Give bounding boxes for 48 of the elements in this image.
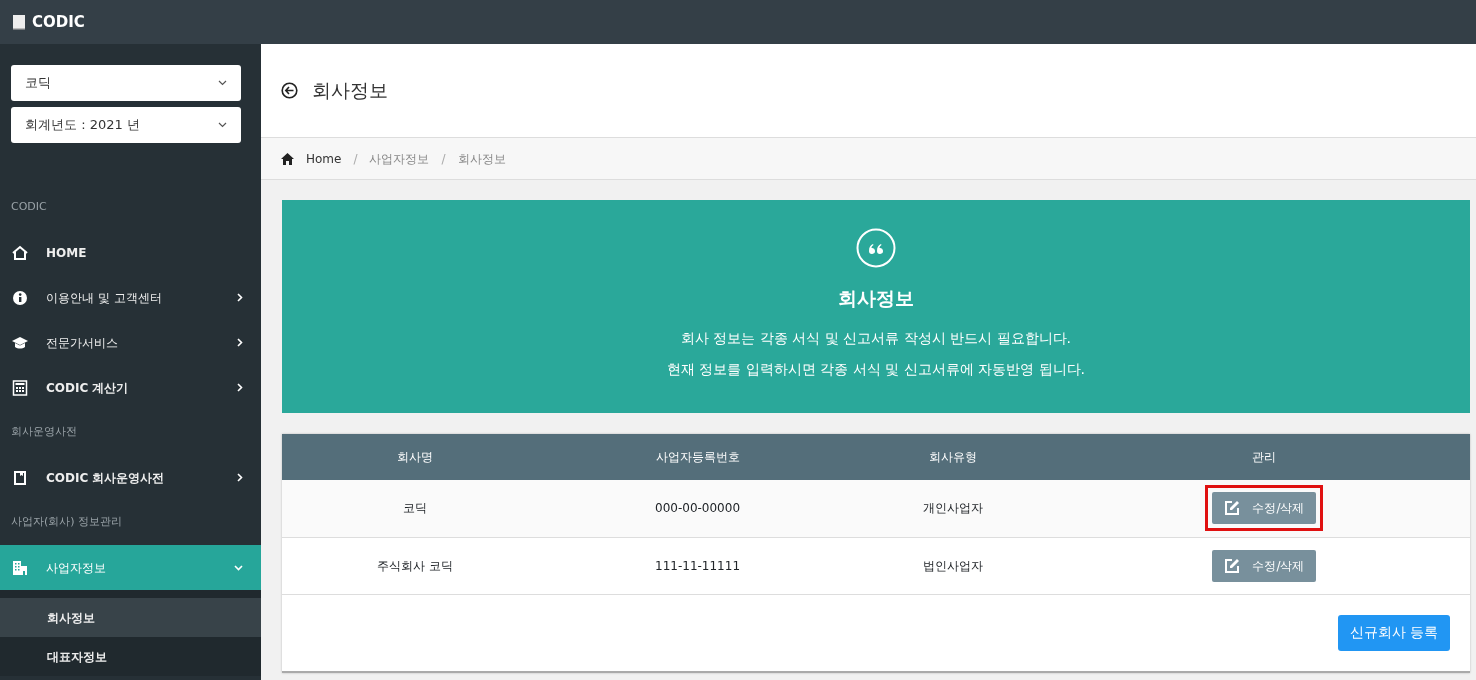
- chevron-right-icon: [237, 338, 243, 347]
- table-cell: 111-11-11111: [548, 537, 847, 594]
- chevron-right-icon: [237, 293, 243, 302]
- section-heading: CODIC: [10, 199, 48, 216]
- graduation-cap-icon: [11, 334, 29, 351]
- table-cell: 법인사업자: [846, 537, 1059, 594]
- sidebar-item[interactable]: HOME: [0, 230, 261, 275]
- breadcrumb-separator: /: [353, 150, 358, 168]
- chevron-down-icon: [218, 80, 227, 86]
- breadcrumb-link[interactable]: 사업자정보: [369, 149, 430, 168]
- table-cell: 개인사업자: [846, 480, 1059, 537]
- column-header: 관리: [1058, 434, 1470, 480]
- sidebar-item[interactable]: CODIC 회사운영사전: [0, 455, 261, 500]
- submenu-item[interactable]: 회사정보: [0, 598, 261, 637]
- page-title: 회사정보: [312, 78, 388, 104]
- banner-text: 현재 정보를 입력하시면 각종 서식 및 신고서류에 자동반영 됩니다.: [666, 359, 1086, 379]
- breadcrumb-link[interactable]: Home: [306, 149, 342, 168]
- column-header: 회사명: [282, 434, 549, 480]
- breadcrumb-current: 회사정보: [457, 150, 506, 168]
- sidebar-item[interactable]: CODIC 계산기: [0, 365, 261, 410]
- book-icon: [11, 469, 29, 486]
- table-cell: 000-00-00000: [548, 480, 847, 537]
- table-cell: 코딕: [282, 480, 549, 537]
- banner-title: 회사정보: [838, 286, 914, 312]
- home-icon: [11, 244, 29, 261]
- chevron-down-icon: [218, 122, 227, 128]
- home-icon: [281, 152, 294, 165]
- select-field[interactable]: 코딕: [11, 65, 241, 101]
- sidebar-item[interactable]: 이용안내 및 고객센터: [0, 275, 261, 320]
- section-heading: 사업자(회사) 정보관리: [10, 514, 124, 531]
- edit-icon: [1224, 500, 1241, 517]
- chevron-right-icon: [237, 383, 243, 392]
- info-icon: [11, 289, 29, 306]
- calculator-icon: [11, 379, 29, 396]
- building-icon: [11, 559, 29, 576]
- edit-icon: [1224, 557, 1241, 574]
- sidebar-item[interactable]: 전문가서비스: [0, 320, 261, 365]
- column-header: 사업자등록번호: [548, 434, 847, 480]
- select-field[interactable]: 회계년도 : 2021 년: [11, 107, 241, 143]
- column-header: 회사유형: [846, 434, 1059, 480]
- table-cell: 주식회사 코딕: [282, 537, 549, 594]
- brand-name[interactable]: CODIC: [32, 10, 85, 34]
- chevron-right-icon: [237, 473, 243, 482]
- quote-icon: [856, 228, 896, 269]
- section-heading: 회사운영사전: [10, 424, 78, 441]
- banner-text: 회사 정보는 각종 서식 및 신고서류 작성시 반드시 필요합니다.: [680, 328, 1072, 348]
- book-icon: [12, 14, 26, 30]
- breadcrumb-separator: /: [441, 150, 446, 168]
